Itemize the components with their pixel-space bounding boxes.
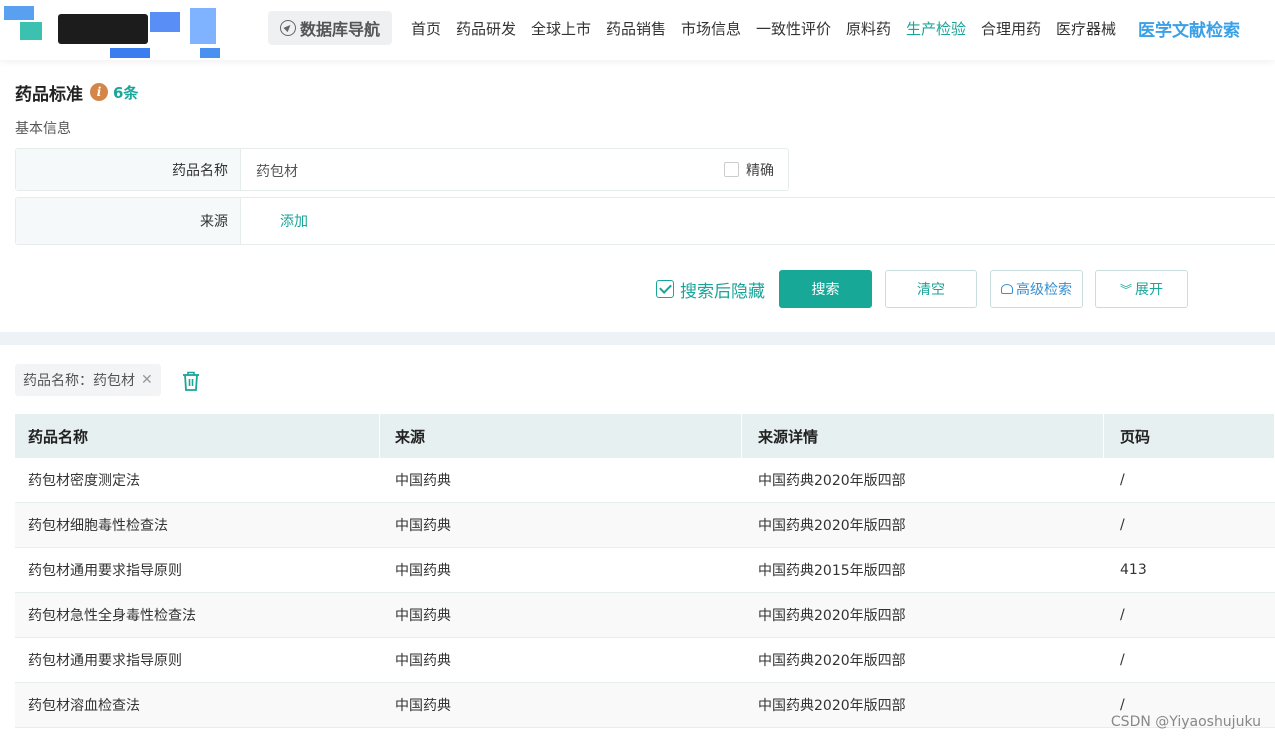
nav-item-drug-sales[interactable]: 药品销售 — [606, 18, 666, 39]
source-detail-cell: 中国药典2020年版四部 — [758, 698, 906, 714]
exact-label[interactable]: 精确 — [746, 160, 774, 180]
table-header: 药品名称 来源 来源详情 页码 — [15, 414, 1275, 458]
logo-block — [20, 22, 42, 40]
nav-item-rational-use[interactable]: 合理用药 — [981, 18, 1041, 39]
source-detail-cell: 中国药典2020年版四部 — [758, 473, 906, 489]
source-cell: 中国药典 — [395, 608, 451, 624]
database-nav-button[interactable]: 数据库导航 — [268, 11, 392, 45]
source-cell: 中国药典 — [395, 653, 451, 669]
source-detail-cell: 中国药典2020年版四部 — [758, 518, 906, 534]
page-cell: / — [1120, 472, 1125, 488]
search-button-label: 搜索 — [811, 282, 840, 298]
column-header-page[interactable]: 页码 — [1104, 414, 1275, 458]
result-count: 6条 — [113, 84, 139, 102]
watermark: CSDN @Yiyaoshujuku — [1110, 714, 1261, 730]
logo-block — [150, 12, 180, 32]
logo-block — [58, 14, 148, 44]
nav-item-medical-devices[interactable]: 医疗器械 — [1056, 18, 1116, 39]
page-title: 药品标准 — [15, 85, 83, 105]
drug-name-cell[interactable]: 药包材细胞毒性检查法 — [15, 503, 380, 547]
nav-item-global-launch[interactable]: 全球上市 — [531, 18, 591, 39]
source-cell: 中国药典 — [395, 698, 451, 714]
advanced-search-button[interactable]: 高级检索 — [990, 270, 1083, 308]
source-cell: 中国药典 — [395, 563, 451, 579]
hide-after-search-checkbox[interactable] — [656, 280, 674, 298]
logo-block — [190, 8, 216, 44]
column-header-source-detail[interactable]: 来源详情 — [742, 414, 1104, 458]
source-row: 来源 添加 — [15, 197, 1275, 245]
page-cell: / — [1120, 652, 1125, 668]
literature-search-link[interactable]: 医学文献检索 — [1138, 16, 1240, 41]
table-row[interactable]: 药包材通用要求指导原则 中国药典 中国药典2020年版四部 / — [15, 638, 1275, 683]
add-source-link[interactable]: 添加 — [280, 211, 308, 231]
source-detail-cell: 中国药典2015年版四部 — [758, 563, 906, 579]
nav-item-api[interactable]: 原料药 — [846, 18, 891, 39]
compass-icon — [279, 20, 296, 36]
page-cell: / — [1120, 607, 1125, 623]
logo-block — [110, 48, 150, 58]
table-row[interactable]: 药包材溶血检查法 中国药典 中国药典2020年版四部 / — [15, 683, 1275, 728]
database-nav-label: 数据库导航 — [299, 20, 380, 39]
hide-after-search-label[interactable]: 搜索后隐藏 — [680, 277, 765, 302]
logo-block — [4, 6, 34, 20]
nav-item-drug-rd[interactable]: 药品研发 — [456, 18, 516, 39]
nav-item-home[interactable]: 首页 — [411, 18, 441, 39]
section-divider — [0, 332, 1275, 345]
drug-name-label: 药品名称 — [16, 149, 241, 190]
page-cell: 413 — [1120, 562, 1147, 578]
table-row[interactable]: 药包材通用要求指导原则 中国药典 中国药典2015年版四部 413 — [15, 548, 1275, 593]
trash-icon[interactable] — [181, 370, 201, 392]
column-header-source[interactable]: 来源 — [380, 414, 742, 458]
info-icon[interactable]: i — [90, 83, 108, 101]
double-chevron-down-icon: ︾ — [1119, 282, 1132, 297]
exact-checkbox[interactable] — [724, 162, 739, 177]
table-row[interactable]: 药包材密度测定法 中国药典 中国药典2020年版四部 / — [15, 458, 1275, 503]
nav-item-production-inspection[interactable]: 生产检验 — [906, 18, 966, 39]
logo-block — [200, 48, 220, 58]
column-header-drug-name[interactable]: 药品名称 — [15, 414, 380, 458]
expand-button[interactable]: ︾ 展开 — [1095, 270, 1188, 308]
filter-chip-label: 药品名称：药包材 — [23, 373, 135, 389]
source-detail-cell: 中国药典2020年版四部 — [758, 608, 906, 624]
clear-button[interactable]: 清空 — [885, 270, 977, 308]
drug-name-cell[interactable]: 药包材密度测定法 — [15, 458, 380, 502]
source-detail-cell: 中国药典2020年版四部 — [758, 653, 906, 669]
site-logo[interactable] — [0, 0, 232, 60]
filter-chip: 药品名称：药包材 ✕ — [15, 364, 161, 396]
drug-name-cell[interactable]: 药包材通用要求指导原则 — [15, 638, 380, 682]
drug-name-input[interactable]: 药包材 — [256, 161, 298, 181]
page-cell: / — [1120, 517, 1125, 533]
section-label: 基本信息 — [15, 121, 71, 137]
nav-item-consistency-eval[interactable]: 一致性评价 — [756, 18, 831, 39]
search-button[interactable]: 搜索 — [779, 270, 872, 308]
drug-name-cell[interactable]: 药包材通用要求指导原则 — [15, 548, 380, 592]
advanced-search-icon — [1001, 284, 1013, 294]
table-row[interactable]: 药包材急性全身毒性检查法 中国药典 中国药典2020年版四部 / — [15, 593, 1275, 638]
results-table: 药品名称 来源 来源详情 页码 药包材密度测定法 中国药典 中国药典2020年版… — [15, 414, 1275, 728]
expand-label: 展开 — [1135, 282, 1163, 298]
top-header: 数据库导航 首页 药品研发 全球上市 药品销售 市场信息 一致性评价 原料药 生… — [0, 0, 1275, 60]
close-icon[interactable]: ✕ — [141, 372, 153, 388]
source-label: 来源 — [16, 198, 241, 244]
source-cell: 中国药典 — [395, 518, 451, 534]
drug-name-cell[interactable]: 药包材急性全身毒性检查法 — [15, 593, 380, 637]
clear-button-label: 清空 — [917, 282, 945, 298]
table-row[interactable]: 药包材细胞毒性检查法 中国药典 中国药典2020年版四部 / — [15, 503, 1275, 548]
advanced-search-label: 高级检索 — [1016, 282, 1072, 298]
drug-name-cell[interactable]: 药包材溶血检查法 — [15, 683, 380, 727]
nav-item-market-info[interactable]: 市场信息 — [681, 18, 741, 39]
drug-name-row: 药品名称 药包材 精确 — [15, 148, 789, 191]
source-cell: 中国药典 — [395, 473, 451, 489]
